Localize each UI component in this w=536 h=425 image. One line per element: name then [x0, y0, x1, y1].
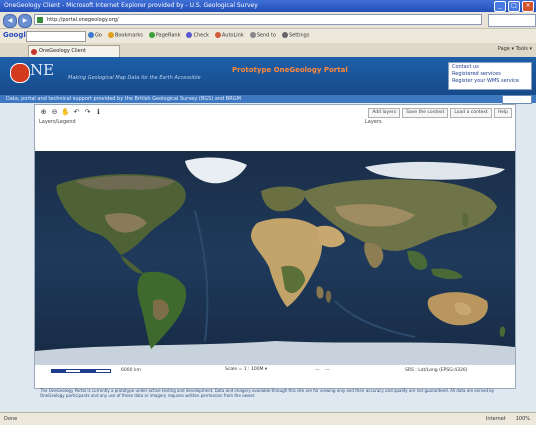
forward-icon[interactable]: ▶ — [18, 14, 32, 28]
maximize-button[interactable]: □ — [508, 1, 520, 12]
map-toolbar: ⊕ ⊖ ✋ ↶ ↷ ℹ — [39, 108, 103, 117]
google-search-input[interactable] — [26, 31, 86, 42]
zoom-level[interactable]: 100% — [516, 413, 530, 425]
google-go-button[interactable]: Go — [88, 32, 102, 39]
info-icon[interactable]: ℹ — [94, 108, 103, 117]
user-menu: Contact us Registered services Register … — [448, 62, 532, 90]
google-bookmarks[interactable]: Bookmarks — [107, 32, 143, 39]
google-settings[interactable]: Settings — [281, 32, 309, 39]
viewer-actions: Add layers Save the context Load a conte… — [368, 108, 512, 118]
previous-view-icon[interactable]: ↶ — [72, 108, 81, 117]
status-text: Done — [4, 416, 18, 422]
search-box[interactable] — [488, 14, 536, 27]
tab-bar: OneGeology Client Page ▾ Tools ▾ — [0, 43, 536, 58]
portal-title: Prototype OneGeology Portal — [232, 66, 348, 74]
scale-select[interactable]: Scale = 1 : 100M ▾ — [225, 367, 267, 372]
window-titlebar: OneGeology Client - Microsoft Internet E… — [0, 0, 536, 12]
help-button[interactable]: Help — [493, 108, 512, 118]
scale-distance: 6000 km — [121, 368, 141, 373]
google-check[interactable]: Check — [186, 32, 209, 39]
google-sendto[interactable]: Send to — [249, 32, 276, 39]
portal-tagline: Making Geological Map Data for the Earth… — [68, 75, 201, 81]
layers-label[interactable]: Layers — [365, 119, 382, 125]
map-viewer: ⊕ ⊖ ✋ ↶ ↷ ℹ Add layers Save the context … — [34, 104, 516, 389]
layers-legend-label[interactable]: Layers/Legend — [39, 119, 76, 125]
next-view-icon[interactable]: ↷ — [83, 108, 92, 117]
srs-readout: SRS : Lat/Long (EPSG:4326) — [405, 368, 468, 373]
onegeology-logo-icon — [10, 63, 30, 83]
contact-link[interactable]: Contact us — [452, 64, 528, 71]
page-tools-menu[interactable]: Page ▾ Tools ▾ — [498, 46, 532, 52]
coordinates-readout: — — — [315, 368, 330, 373]
google-autolink[interactable]: AutoLink — [214, 32, 244, 39]
tab-onegeology[interactable]: OneGeology Client — [28, 45, 120, 57]
pan-icon[interactable]: ✋ — [61, 108, 70, 117]
back-icon[interactable]: ◀ — [3, 14, 17, 28]
portal-disclaimer: The OneGeology Portal is currently a pro… — [40, 388, 495, 398]
minimize-button[interactable]: _ — [494, 1, 506, 12]
favicon-icon — [31, 49, 37, 55]
security-zone: Internet — [485, 416, 506, 422]
portal-header: NE Making Geological Map Data for the Ea… — [0, 57, 536, 95]
load-context-button[interactable]: Load a context — [450, 108, 492, 118]
world-map-image — [35, 151, 515, 365]
world-map[interactable] — [35, 151, 515, 365]
scale-bar — [51, 369, 111, 373]
window-title: OneGeology Client - Microsoft Internet E… — [4, 2, 258, 9]
registered-services-link[interactable]: Registered services — [452, 71, 528, 78]
save-context-button[interactable]: Save the context — [402, 108, 449, 118]
language-select[interactable]: English — [502, 95, 532, 104]
zoom-in-icon[interactable]: ⊕ — [39, 108, 48, 117]
close-button[interactable]: × — [522, 1, 534, 12]
add-layers-button[interactable]: Add layers — [368, 108, 401, 118]
status-bar: Done Internet 100% — [0, 412, 536, 425]
portal-subbar: Data, portal and technical support provi… — [0, 95, 536, 104]
logo-text: NE — [30, 61, 55, 79]
page-icon — [37, 17, 43, 23]
register-service-link[interactable]: Register your WMS service — [452, 78, 528, 85]
navigation-bar: ◀ ▶ http://portal.onegeology.org/ — [0, 12, 536, 29]
credits-text: Data, portal and technical support provi… — [6, 96, 241, 102]
address-text: http://portal.onegeology.org/ — [47, 17, 119, 23]
address-bar[interactable]: http://portal.onegeology.org/ — [34, 14, 482, 25]
google-pagerank[interactable]: PageRank — [148, 32, 180, 39]
google-toolbar: Google Go Bookmarks PageRank Check AutoL… — [0, 29, 536, 44]
zoom-out-icon[interactable]: ⊖ — [50, 108, 59, 117]
